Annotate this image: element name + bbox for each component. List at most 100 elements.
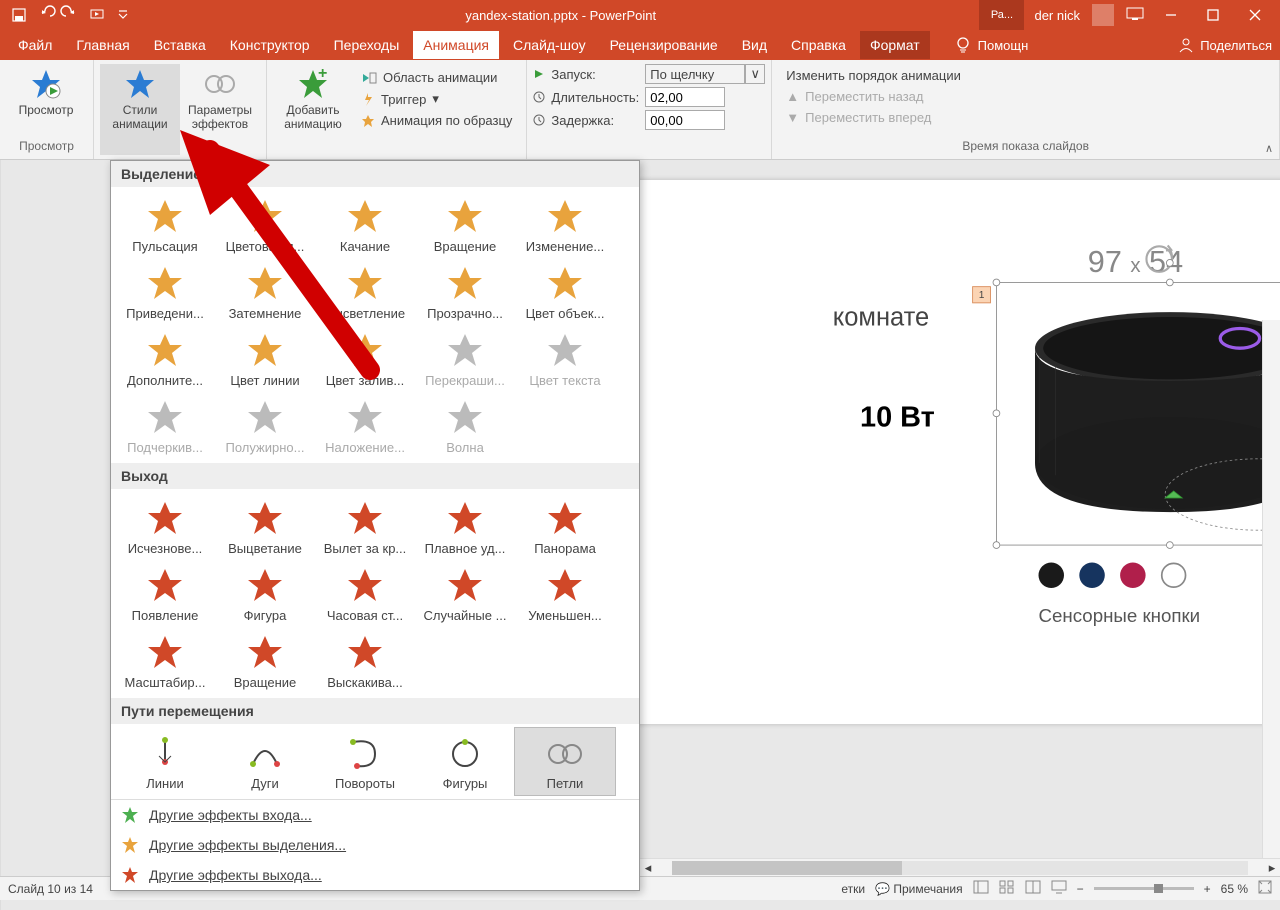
gallery-item[interactable]: Пульсация [115,191,215,258]
minimize-icon[interactable] [1156,9,1186,21]
room-text: комнате [833,303,929,332]
duration-input[interactable] [645,87,725,107]
view-sorter-icon[interactable] [999,880,1015,897]
horizontal-scrollbar[interactable]: ◂▸ [640,858,1280,876]
view-reading-icon[interactable] [1025,880,1041,897]
color-dot-3[interactable] [1161,563,1187,589]
zoom-level[interactable]: 65 % [1221,882,1248,896]
menu-home[interactable]: Главная [66,31,139,59]
undo-icon[interactable] [36,6,54,24]
color-dot-2[interactable] [1120,563,1146,589]
share-button[interactable]: Поделиться [1178,37,1272,53]
redo-icon[interactable] [62,6,80,24]
gallery-item[interactable]: Исчезнове... [115,493,215,560]
gallery-item[interactable]: Вращение [415,191,515,258]
gallery-item[interactable]: Изменение... [515,191,615,258]
effect-options-button[interactable]: Параметры эффектов [180,64,260,155]
menu-format[interactable]: Формат [860,31,930,59]
gallery-item[interactable]: Повороты [315,728,415,795]
start-combo-dropdown[interactable]: ∨ [745,64,765,84]
duration-label: Длительность: [533,88,639,107]
delay-input[interactable] [645,110,725,130]
start-from-beginning-icon[interactable] [88,6,106,24]
more-emphasis-effects[interactable]: Другие эффекты выделения... [111,830,639,860]
maximize-icon[interactable] [1198,9,1228,21]
svg-text:+: + [318,65,327,82]
start-combo[interactable]: По щелчку [645,64,745,84]
gallery-item[interactable]: Фигуры [415,728,515,795]
close-icon[interactable] [1240,9,1270,21]
menu-transitions[interactable]: Переходы [324,31,410,59]
gallery-item[interactable]: Цвет линии [215,325,315,392]
selection-box[interactable] [996,282,1280,546]
user-avatar[interactable] [1092,4,1114,26]
trigger-icon [361,92,375,106]
color-options [1039,563,1187,589]
zoom-slider[interactable] [1094,887,1194,890]
gallery-item[interactable]: Масштабир... [115,627,215,694]
move-earlier-button: ▲ Переместить назад [786,87,1265,106]
gallery-item[interactable]: Часовая ст... [315,560,415,627]
gallery-item[interactable]: Выцветание [215,493,315,560]
collapse-ribbon-icon[interactable]: ∧ [1265,142,1273,155]
gallery-item[interactable]: Вылет за кр... [315,493,415,560]
view-slideshow-icon[interactable] [1051,880,1067,897]
menu-help[interactable]: Справка [781,31,856,59]
menu-file[interactable]: Файл [8,31,62,59]
animation-styles-button[interactable]: Стили анимации [100,64,180,155]
gallery-item[interactable]: Уменьшен... [515,560,615,627]
gallery-item[interactable]: Панорама [515,493,615,560]
animation-painter-button[interactable]: Анимация по образцу [361,111,512,130]
context-tab-tools[interactable]: Ра... [979,0,1024,30]
user-name[interactable]: der nick [1034,8,1080,23]
fit-to-window-icon[interactable] [1258,880,1272,897]
zoom-out-button[interactable]: − [1077,882,1084,896]
gallery-item[interactable]: Затемнение [215,258,315,325]
play-icon [533,68,545,80]
preview-button[interactable]: Просмотр [6,64,86,121]
gallery-item[interactable]: Прозрачно... [415,258,515,325]
tell-me[interactable]: Помощн [954,36,1029,54]
more-exit-effects[interactable]: Другие эффекты выхода... [111,860,639,890]
menu-slideshow[interactable]: Слайд-шоу [503,31,596,59]
gallery-item[interactable]: Приведени... [115,258,215,325]
color-dot-1[interactable] [1079,563,1105,589]
menu-insert[interactable]: Вставка [144,31,216,59]
gallery-item[interactable]: Дуги [215,728,315,795]
color-dot-0[interactable] [1039,563,1065,589]
gallery-item[interactable]: Петли [515,728,615,795]
qat-customize-icon[interactable] [114,6,132,24]
gallery-item[interactable]: Линии [115,728,215,795]
save-icon[interactable] [10,6,28,24]
gallery-item[interactable]: Цвет объек... [515,258,615,325]
ribbon-display-icon[interactable] [1126,7,1144,24]
menu-design[interactable]: Конструктор [220,31,320,59]
gallery-item[interactable]: Появление [115,560,215,627]
gallery-item[interactable]: Выскакива... [315,627,415,694]
status-notes-partial[interactable]: етки [841,882,865,896]
add-animation-button[interactable]: + Добавить анимацию [273,64,353,155]
gallery-item[interactable]: Дополните... [115,325,215,392]
view-normal-icon[interactable] [973,880,989,897]
vertical-scrollbar[interactable] [1262,320,1280,866]
gallery-item: Перекраши... [415,325,515,392]
gallery-item[interactable]: Случайные ... [415,560,515,627]
trigger-button[interactable]: Триггер ▾ [361,89,512,109]
gallery-item[interactable]: Высветление [315,258,415,325]
gallery-section-exit: Выход [111,463,639,489]
gallery-item[interactable]: Вращение [215,627,315,694]
gallery-item[interactable]: Цвет залив... [315,325,415,392]
gallery-item[interactable]: Плавное уд... [415,493,515,560]
gallery-item[interactable]: Фигура [215,560,315,627]
animation-pane-button[interactable]: Область анимации [361,68,512,87]
gallery-item[interactable]: Качание [315,191,415,258]
more-entrance-effects[interactable]: Другие эффекты входа... [111,800,639,830]
gallery-section-emphasis: Выделение [111,161,639,187]
menu-animation[interactable]: Анимация [413,31,499,59]
menu-view[interactable]: Вид [732,31,777,59]
gallery-item[interactable]: Цветовая п... [215,191,315,258]
zoom-in-button[interactable]: + [1204,882,1211,896]
menu-review[interactable]: Рецензирование [600,31,728,59]
animation-order-tag[interactable]: 1 [972,286,991,303]
comments-button[interactable]: 💬 Примечания [875,882,963,896]
